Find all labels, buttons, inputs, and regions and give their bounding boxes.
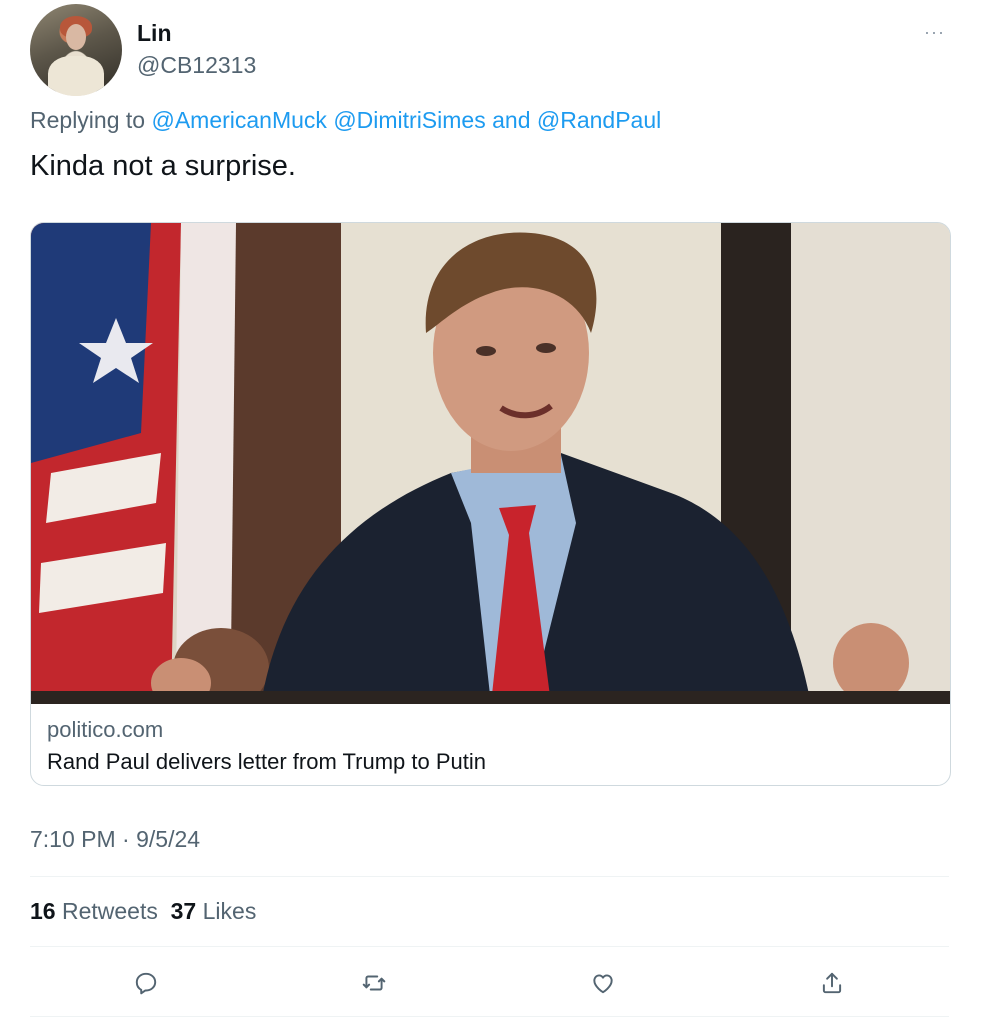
link-card[interactable]: politico.com Rand Paul delivers letter f…: [30, 222, 951, 786]
retweets-count: 16: [30, 898, 56, 924]
retweets-stat[interactable]: 16 Retweets: [30, 898, 158, 924]
timestamp-date[interactable]: 9/5/24: [136, 826, 200, 852]
retweet-button[interactable]: [357, 966, 391, 1000]
retweets-label: Retweets: [61, 898, 158, 924]
mention-link[interactable]: @DimitriSimes: [333, 107, 485, 133]
user-handle[interactable]: @CB12313: [137, 52, 256, 79]
avatar[interactable]: [30, 4, 122, 96]
timestamp-time[interactable]: 7:10 PM: [30, 826, 116, 852]
tweet-text: Kinda not a surprise.: [30, 150, 296, 182]
like-button[interactable]: [586, 966, 620, 1000]
share-icon: [822, 972, 842, 994]
mention-link[interactable]: @RandPaul: [537, 107, 661, 133]
card-domain[interactable]: politico.com: [47, 717, 163, 743]
retweet-icon: [362, 975, 386, 991]
heart-icon: [593, 974, 613, 994]
divider: [30, 876, 949, 877]
display-name[interactable]: Lin: [137, 20, 172, 47]
card-title[interactable]: Rand Paul delivers letter from Trump to …: [47, 749, 486, 775]
card-image[interactable]: [31, 223, 950, 704]
mention-link[interactable]: @AmericanMuck: [151, 107, 326, 133]
reply-context: Replying to @AmericanMuck @DimitriSimes …: [30, 107, 661, 134]
engagement-stats: 16 Retweets 37 Likes: [30, 898, 256, 925]
divider: [30, 946, 949, 947]
more-options-icon[interactable]: ···: [924, 22, 945, 43]
divider: [30, 1016, 949, 1017]
avatar-dress: [48, 56, 104, 96]
likes-label: Likes: [202, 898, 257, 924]
timestamp[interactable]: 7:10 PM · 9/5/24: [30, 826, 200, 853]
avatar-face: [66, 24, 86, 50]
reply-prefix: Replying to: [30, 107, 146, 133]
likes-stat[interactable]: 37 Likes: [171, 898, 257, 924]
reply-icon: [135, 972, 157, 995]
reply-button[interactable]: [129, 966, 163, 1000]
mention-conjunction[interactable]: and: [492, 107, 530, 133]
likes-count: 37: [170, 898, 197, 924]
timestamp-separator: ·: [122, 826, 130, 852]
share-button[interactable]: [815, 966, 849, 1000]
